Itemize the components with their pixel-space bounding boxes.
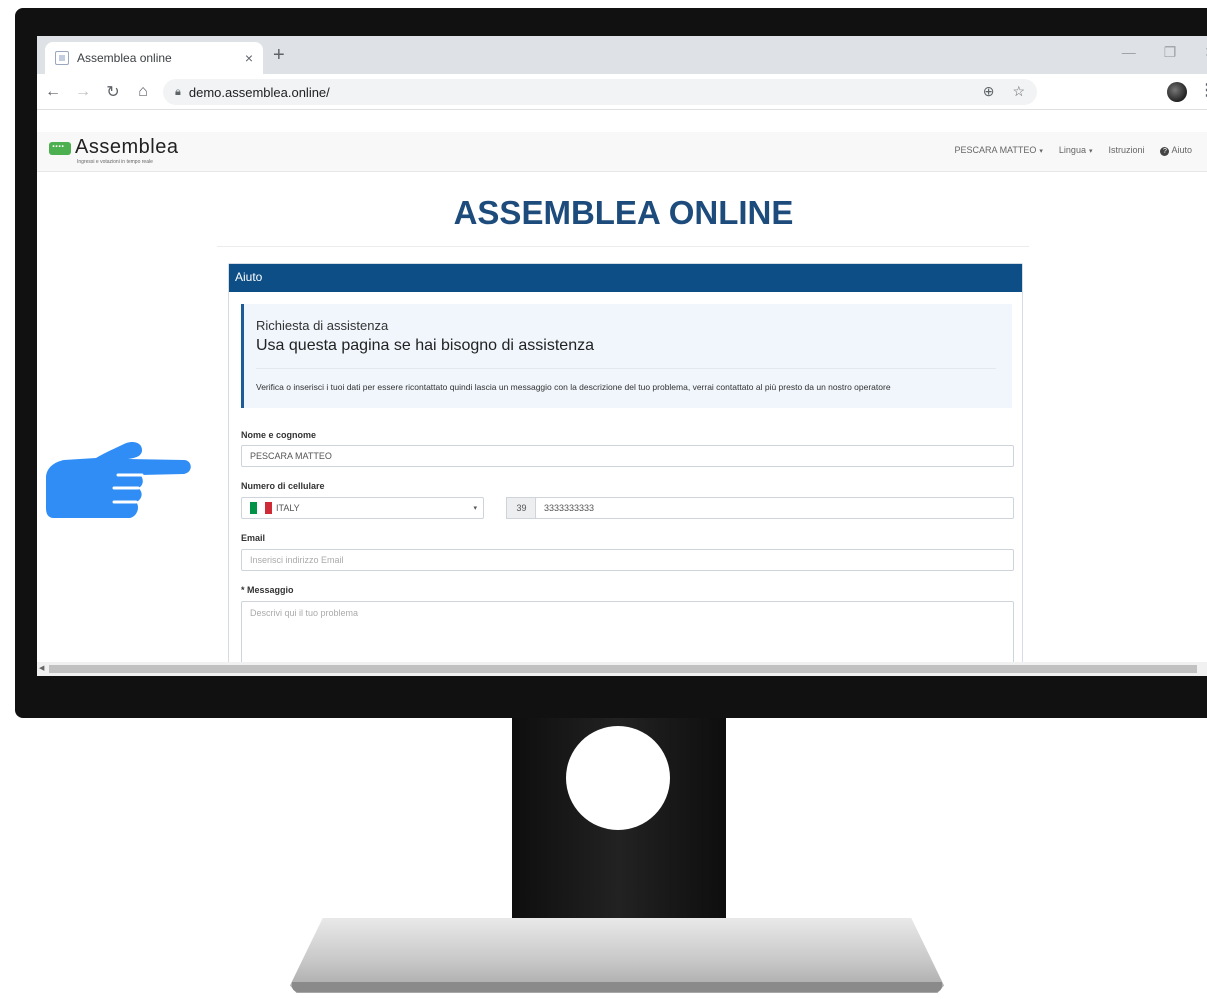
monitor-screen: Assemblea online × + — ❐ ✕ ← → ↻ ⌂ 🔒︎ de… xyxy=(37,36,1207,676)
message-textarea[interactable]: Descrivi qui il tuo problema xyxy=(241,601,1014,662)
browser-tabbar: Assemblea online × + — ❐ ✕ xyxy=(37,36,1207,74)
window-controls: — ❐ ✕ xyxy=(1122,44,1207,61)
help-panel: Aiuto Richiesta di assistenza Usa questa… xyxy=(228,263,1023,662)
user-menu[interactable]: PESCARA MATTEO ▾ xyxy=(955,145,1043,156)
phone-prefix: 39 xyxy=(506,497,536,519)
info-subtitle: Richiesta di assistenza xyxy=(256,318,389,333)
language-menu[interactable]: Lingua ▾ xyxy=(1059,145,1093,156)
info-title: Usa questa pagina se hai bisogno di assi… xyxy=(256,337,594,354)
email-label: Email xyxy=(241,533,266,543)
browser-toolbar: ← → ↻ ⌂ 🔒︎ demo.assemblea.online/ ⊕ ☆ ⋮ xyxy=(37,74,1207,110)
page-top-gap xyxy=(37,110,1207,132)
horizontal-scrollbar[interactable]: ◀ ▶ xyxy=(37,662,1207,676)
back-arrow-icon[interactable]: ← xyxy=(39,83,67,101)
bookmark-star-icon[interactable]: ☆ xyxy=(1012,83,1025,100)
browser-tab[interactable]: Assemblea online × xyxy=(45,42,263,74)
lock-icon: 🔒︎ xyxy=(175,85,181,98)
reload-icon[interactable]: ↻ xyxy=(99,82,127,102)
tab-title: Assemblea online xyxy=(77,51,172,65)
phone-label: Numero di cellulare xyxy=(241,481,325,491)
message-label: * Messaggio xyxy=(241,585,294,595)
new-tab-button[interactable]: + xyxy=(273,44,285,67)
info-divider xyxy=(256,368,996,369)
top-menu: PESCARA MATTEO ▾ Lingua ▾ Istruzioni ? Aiut… xyxy=(955,145,1192,156)
italy-flag-icon xyxy=(250,502,272,514)
logo-tagline: Ingressi e votazioni in tempo reale xyxy=(77,159,153,165)
caret-down-icon: ▾ xyxy=(1039,148,1043,155)
site-header: Assemblea Ingressi e votazioni in tempo … xyxy=(37,132,1207,172)
chevron-down-icon: ▾ xyxy=(473,505,477,512)
name-label: Nome e cognome xyxy=(241,430,317,440)
country-value: ITALY xyxy=(276,503,300,513)
restore-icon[interactable]: ❐ xyxy=(1164,44,1177,61)
home-icon[interactable]: ⌂ xyxy=(129,83,157,101)
pointing-hand-icon xyxy=(46,442,191,518)
monitor-stand-base-edge xyxy=(292,982,942,992)
web-page: Assemblea Ingressi e votazioni in tempo … xyxy=(37,132,1207,662)
logo-text: Assemblea xyxy=(75,136,179,158)
horizontal-scroll-thumb[interactable] xyxy=(49,665,1197,673)
url-text: demo.assemblea.online/ xyxy=(188,84,330,100)
panel-heading: Aiuto xyxy=(229,264,1022,292)
phone-input[interactable]: 3333333333 xyxy=(535,497,1014,519)
monitor-stand-cable-hole xyxy=(566,726,670,830)
forward-arrow-icon[interactable]: → xyxy=(69,83,97,101)
help-icon: ? xyxy=(1160,147,1170,156)
help-link[interactable]: ? Aiuto xyxy=(1160,145,1192,156)
instructions-link[interactable]: Istruzioni xyxy=(1108,145,1144,156)
email-input[interactable]: Inserisci indirizzo Email xyxy=(241,549,1014,571)
page-title: ASSEMBLEA ONLINE xyxy=(453,194,794,231)
caret-down-icon: ▾ xyxy=(1088,148,1093,155)
browser-menu-icon[interactable]: ⋮ xyxy=(1199,80,1207,100)
logo-mark-icon xyxy=(49,138,71,155)
info-callout: Richiesta di assistenza Usa questa pagin… xyxy=(241,304,1012,408)
monitor-frame: Assemblea online × + — ❐ ✕ ← → ↻ ⌂ 🔒︎ de… xyxy=(15,8,1207,718)
info-description: Verifica o inserisci i tuoi dati per ess… xyxy=(256,382,891,392)
zoom-icon[interactable]: ⊕ xyxy=(983,83,995,100)
country-select[interactable]: ITALY ▾ xyxy=(241,497,484,519)
profile-avatar[interactable] xyxy=(1167,82,1187,102)
close-tab-icon[interactable]: × xyxy=(245,50,253,66)
favicon-icon xyxy=(55,51,69,65)
scroll-left-icon[interactable]: ◀ xyxy=(39,664,44,672)
name-input[interactable]: PESCARA MATTEO xyxy=(241,445,1014,467)
title-divider xyxy=(217,246,1029,247)
minimize-icon[interactable]: — xyxy=(1122,44,1136,61)
address-bar[interactable]: 🔒︎ demo.assemblea.online/ ⊕ ☆ xyxy=(163,79,1037,105)
